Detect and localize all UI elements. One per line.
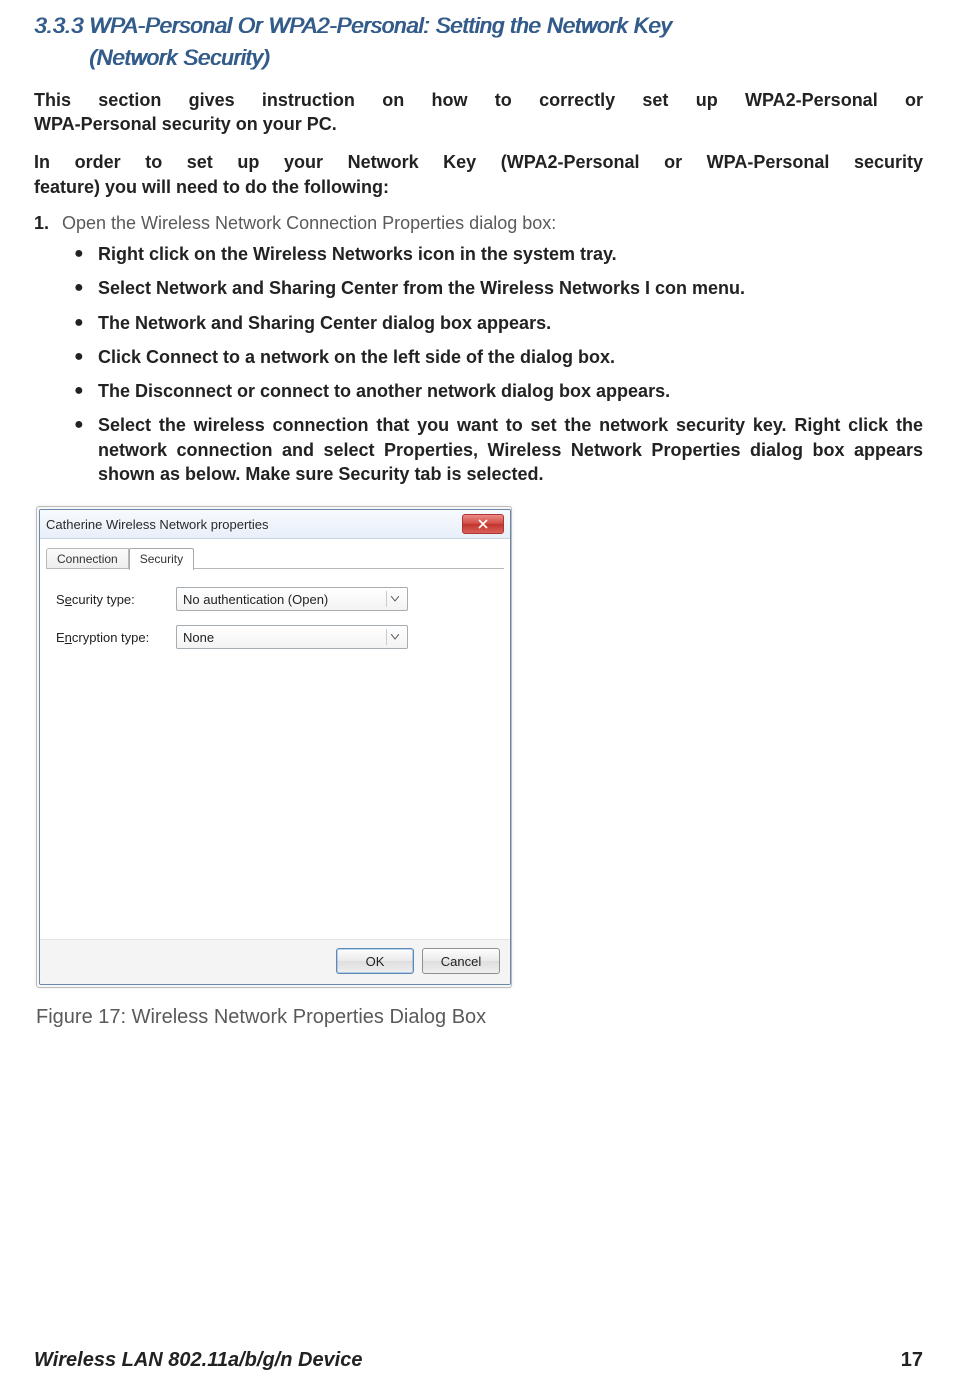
chevron-down-icon [386,591,403,607]
bullet-icon: ● [74,242,98,266]
tab-security[interactable]: Security [129,548,194,570]
step-text: Open the Wireless Network Connection Pro… [62,213,923,234]
ok-button[interactable]: OK [336,948,414,974]
bullet-icon: ● [74,413,98,486]
list-item: ●Click Connect to a network on the left … [74,345,923,369]
dialog-titlebar[interactable]: Catherine Wireless Network properties [40,510,510,539]
encryption-type-row: Encryption type: None [56,625,494,649]
step-number: 1. [34,213,62,234]
bullet-icon: ● [74,379,98,403]
wireless-properties-dialog: Catherine Wireless Network properties Co… [39,509,511,985]
bullet-list: ●Right click on the Wireless Networks ic… [74,242,923,496]
dialog-title-text: Catherine Wireless Network properties [46,517,269,532]
section-heading: 3.3.3 WPA-Personal Or WPA2-Personal: Set… [34,10,923,74]
document-page: 3.3.3 WPA-Personal Or WPA2-Personal: Set… [0,0,957,1400]
list-item: ●The Network and Sharing Center dialog b… [74,311,923,335]
page-footer: Wireless LAN 802.11a/b/g/n Device 17 [34,1349,923,1372]
bullet-icon: ● [74,276,98,300]
close-icon [478,519,488,529]
bullet-icon: ● [74,345,98,369]
security-type-label: Security type: [56,592,176,607]
intro-paragraph-1: This section gives instruction on how to… [34,88,923,137]
encryption-type-label: Encryption type: [56,630,176,645]
footer-page-number: 17 [901,1349,923,1372]
list-item: ●Select the wireless connection that you… [74,413,923,486]
bullet-icon: ● [74,311,98,335]
step-1: 1. Open the Wireless Network Connection … [34,213,923,234]
tab-strip: Connection Security [40,539,510,569]
chevron-down-icon [386,629,403,645]
footer-doc-title: Wireless LAN 802.11a/b/g/n Device [34,1349,363,1372]
cancel-button[interactable]: Cancel [422,948,500,974]
dialog-button-bar: OK Cancel [40,939,510,984]
list-item: ●The Disconnect or connect to another ne… [74,379,923,403]
figure-caption: Figure 17: Wireless Network Properties D… [36,1006,923,1029]
encryption-type-value: None [183,630,214,645]
security-type-value: No authentication (Open) [183,592,328,607]
security-type-select[interactable]: No authentication (Open) [176,587,408,611]
tab-connection[interactable]: Connection [46,548,129,570]
intro-paragraph-2: In order to set up your Network Key (WPA… [34,150,923,199]
encryption-type-select[interactable]: None [176,625,408,649]
section-title: WPA-Personal Or WPA2-Personal: Setting t… [89,10,671,74]
dialog-screenshot: Catherine Wireless Network properties Co… [36,506,512,988]
security-tab-pane: Security type: No authentication (Open) … [46,568,504,938]
list-item: ●Select Network and Sharing Center from … [74,276,923,300]
section-number: 3.3.3 [34,10,89,74]
security-type-row: Security type: No authentication (Open) [56,587,494,611]
close-button[interactable] [462,514,504,534]
list-item: ●Right click on the Wireless Networks ic… [74,242,923,266]
